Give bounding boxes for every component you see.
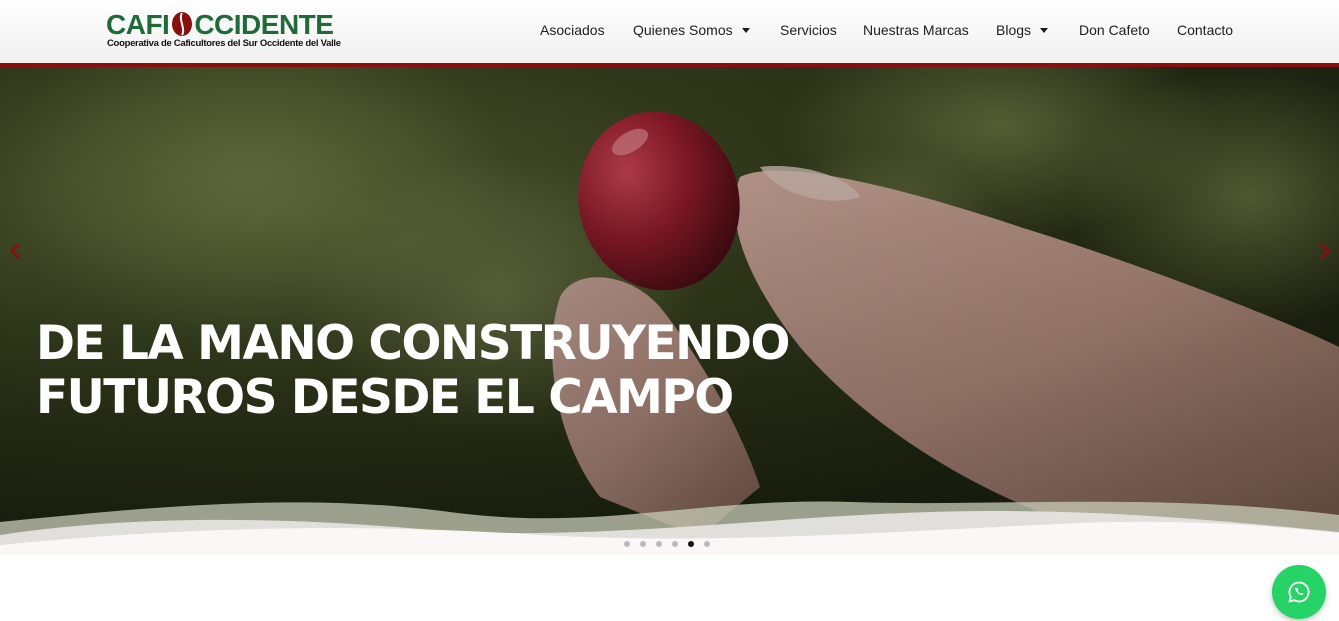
nav-label: Nuestras Marcas xyxy=(863,22,969,38)
slider-dot[interactable] xyxy=(624,541,630,547)
whatsapp-button[interactable] xyxy=(1272,565,1326,619)
coffee-bean-icon xyxy=(172,12,193,36)
nav-item-quienes-somos[interactable]: Quienes Somos xyxy=(633,20,750,40)
slider-dot[interactable] xyxy=(640,541,646,547)
hero-slider: DE LA MANO CONSTRUYENDO FUTUROS DESDE EL… xyxy=(0,67,1339,555)
hero-wave-divider xyxy=(0,501,1339,555)
slider-dot[interactable] xyxy=(688,541,694,547)
nav-label: Asociados xyxy=(540,22,605,38)
nav-label: Blogs xyxy=(996,22,1032,38)
slider-next-button[interactable] xyxy=(1314,241,1334,261)
chevron-left-icon xyxy=(9,242,21,260)
nav-item-nuestras-marcas[interactable]: Nuestras Marcas xyxy=(863,20,969,40)
chevron-right-icon xyxy=(1319,242,1331,260)
nav-label: Don Cafeto xyxy=(1079,22,1150,38)
slider-dot[interactable] xyxy=(656,541,662,547)
nav-item-blogs[interactable]: Blogs xyxy=(996,20,1049,40)
nav-label: Contacto xyxy=(1177,22,1234,38)
nav-item-don-cafeto[interactable]: Don Cafeto xyxy=(1079,20,1150,40)
nav-item-asociados[interactable]: Asociados xyxy=(540,20,605,40)
slider-prev-button[interactable] xyxy=(6,241,26,261)
logo[interactable]: CAFI CCIDENTE Cooperativa de Caficultores… xyxy=(106,10,356,52)
slider-dot[interactable] xyxy=(672,541,678,547)
logo-subtitle: Cooperativa de Caficultores del Sur Occi… xyxy=(107,38,341,49)
logo-text-left: CAFI xyxy=(106,9,170,40)
whatsapp-icon xyxy=(1288,581,1310,603)
logo-wordmark: CAFI CCIDENTE xyxy=(106,9,334,40)
hero-background-image xyxy=(0,67,1339,555)
slider-dot[interactable] xyxy=(704,541,710,547)
hero-title: DE LA MANO CONSTRUYENDO FUTUROS DESDE EL… xyxy=(36,317,936,425)
logo-text-right: CCIDENTE xyxy=(194,9,334,40)
nav-label: Quienes Somos xyxy=(633,22,733,38)
nav-item-contacto[interactable]: Contacto xyxy=(1177,20,1233,40)
site-header: CAFI CCIDENTE Cooperativa de Caficultores… xyxy=(0,0,1339,63)
nav-label: Servicios xyxy=(780,22,837,38)
caret-down-icon xyxy=(741,28,750,33)
nav-item-servicios[interactable]: Servicios xyxy=(780,20,837,40)
hero-title-line1: DE LA MANO CONSTRUYENDO xyxy=(36,316,790,371)
caret-down-icon xyxy=(1040,28,1049,33)
hero-title-line2: FUTUROS DESDE EL CAMPO xyxy=(36,370,734,425)
